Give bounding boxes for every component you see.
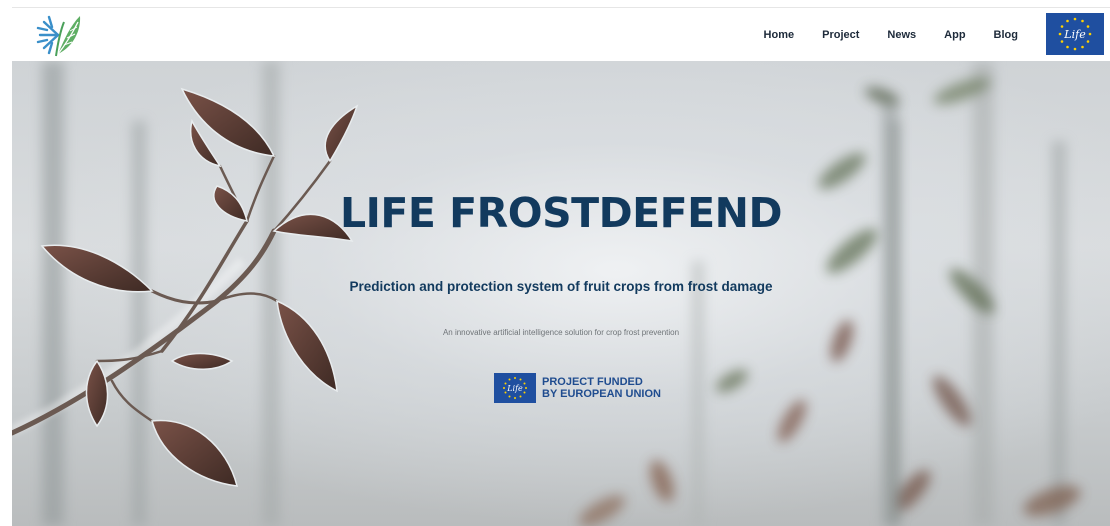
- eu-flag-icon: Life: [494, 373, 536, 403]
- frost-leaf-logo-icon[interactable]: [34, 12, 82, 58]
- nav-news-link[interactable]: News: [887, 29, 916, 41]
- eu-life-flag-text: Life: [1063, 28, 1086, 41]
- eu-funded-line-1: PROJECT FUNDED: [542, 376, 643, 388]
- hero-tagline: An innovative artificial intelligence so…: [442, 328, 680, 337]
- eu-funded-line-2: BY EUROPEAN UNION: [542, 388, 661, 400]
- eu-funded-text: PROJECT FUNDED BY EUROPEAN UNION: [542, 376, 661, 400]
- site-header: Home Project News App Blog Life: [12, 8, 1110, 61]
- eu-life-flag-icon[interactable]: Life: [1046, 13, 1104, 55]
- hero-subtitle: Prediction and protection system of frui…: [349, 279, 773, 294]
- eu-funded-badge[interactable]: Life PROJECT FUNDED BY EUROPEAN UNION: [494, 373, 661, 403]
- nav-app-link[interactable]: App: [944, 29, 965, 41]
- nav-project-link[interactable]: Project: [822, 29, 859, 41]
- nav-home-link[interactable]: Home: [764, 29, 795, 41]
- hero-section: LIFE FROSTDEFEND Prediction and protecti…: [12, 61, 1110, 526]
- eu-flag-text: Life: [506, 384, 523, 393]
- nav-blog-link[interactable]: Blog: [994, 29, 1018, 41]
- hero-title: LIFE FROSTDEFEND: [340, 189, 783, 237]
- main-nav: Home Project News App Blog: [736, 8, 1018, 61]
